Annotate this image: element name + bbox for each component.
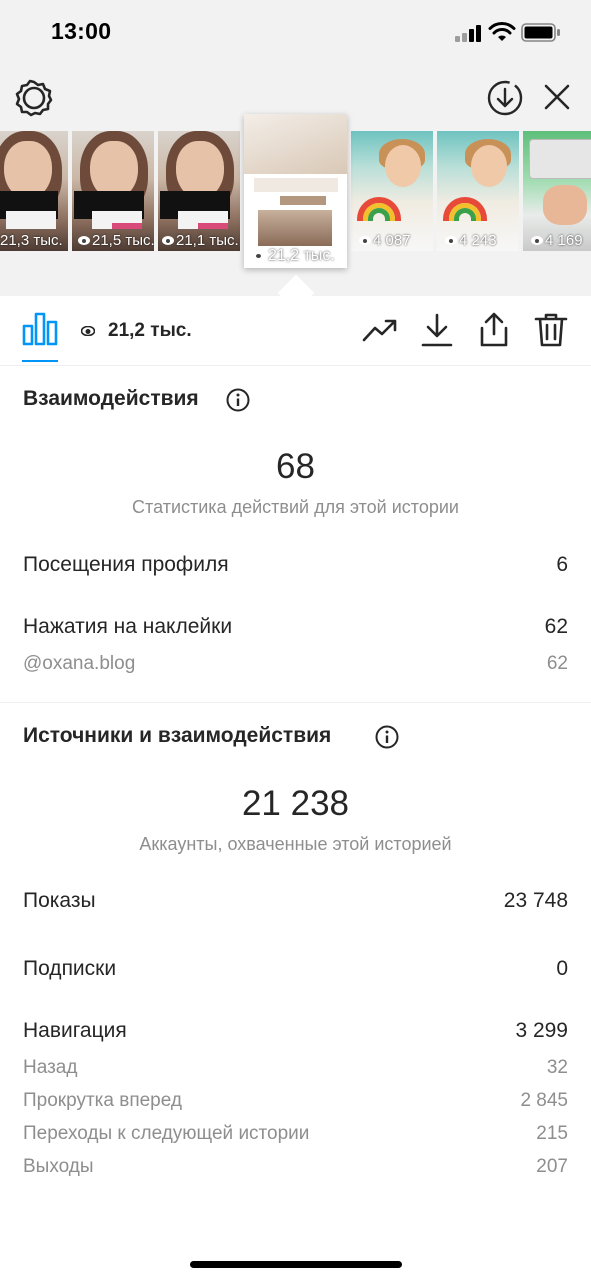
eye-icon <box>359 236 371 245</box>
stat-label: Выходы <box>23 1156 94 1177</box>
promote-trend-icon[interactable] <box>362 312 398 348</box>
story-thumbnail[interactable]: 4 087 <box>351 131 433 251</box>
reach-caption: Аккаунты, охваченные этой историей <box>139 834 452 854</box>
home-indicator[interactable] <box>190 1261 402 1268</box>
stat-value: 23 748 <box>503 889 568 912</box>
story-viewer-header: 13:00 21,3 тыс. 21,5 тыс. 21,1 тыс. 4 08… <box>0 0 591 296</box>
stat-label: Показы <box>23 889 96 912</box>
interactions-caption: Статистика действий для этой истории <box>132 497 459 517</box>
stat-label: Навигация <box>23 1019 127 1042</box>
insights-toolbar: 21,2 тыс. <box>0 296 591 366</box>
eye-icon <box>81 326 95 336</box>
cellular-signal-icon <box>455 24 483 42</box>
story-thumbnail[interactable]: 4 243 <box>437 131 519 251</box>
eye-icon <box>531 236 543 245</box>
eye-icon <box>78 236 90 245</box>
close-icon[interactable] <box>541 81 573 113</box>
story-views: 4 243 <box>459 232 497 249</box>
stat-value: 0 <box>556 957 568 980</box>
stat-label: Посещения профиля <box>23 553 229 576</box>
insights-chart-icon[interactable] <box>22 312 58 346</box>
download-icon[interactable] <box>419 312 455 348</box>
stat-label: Нажатия на наклейки <box>23 615 233 638</box>
eye-icon <box>162 236 174 245</box>
stat-label: Подписки <box>23 957 117 980</box>
save-story-icon[interactable] <box>486 79 524 117</box>
story-thumbnail[interactable]: 21,1 тыс. <box>158 131 240 251</box>
stat-value: 3 299 <box>515 1019 568 1042</box>
status-bar: 13:00 <box>0 0 591 64</box>
stat-value: 6 <box>556 553 568 576</box>
stat-value: 207 <box>536 1156 568 1177</box>
share-icon[interactable] <box>476 312 512 348</box>
stat-value: 215 <box>536 1123 568 1144</box>
status-time: 13:00 <box>51 18 112 44</box>
interactions-title: Взаимодействия <box>23 387 199 410</box>
wifi-icon <box>488 22 516 41</box>
active-tab-indicator <box>22 360 58 362</box>
story-thumbnail[interactable]: 21,5 тыс. <box>72 131 154 251</box>
info-icon[interactable] <box>375 725 399 749</box>
story-views: 21,3 тыс. <box>0 232 63 249</box>
stat-value: 62 <box>544 615 568 638</box>
delete-icon[interactable] <box>533 312 569 348</box>
eye-icon <box>252 251 265 261</box>
stat-label: Переходы к следующей истории <box>23 1123 310 1144</box>
stat-label: @oxana.blog <box>23 653 136 674</box>
story-views: 4 087 <box>373 232 411 249</box>
info-icon[interactable] <box>226 388 250 412</box>
reach-total: 21 238 <box>241 784 350 823</box>
discovery-title: Источники и взаимодействия <box>23 724 332 747</box>
story-thumbnail[interactable]: 21,3 тыс. <box>0 131 68 251</box>
selected-story-thumbnail[interactable]: 21,2 тыс. <box>244 114 347 268</box>
story-views: 21,1 тыс. <box>176 232 239 249</box>
stat-value: 62 <box>546 653 568 674</box>
story-view-count: 21,2 тыс. <box>108 320 192 341</box>
stat-label: Прокрутка вперед <box>23 1090 182 1111</box>
stat-label: Назад <box>23 1057 78 1078</box>
eye-icon <box>445 236 457 245</box>
story-views: 21,2 тыс. <box>268 247 335 264</box>
story-thumbnail[interactable]: 4 169 <box>523 131 591 251</box>
section-divider <box>0 702 591 703</box>
stat-value: 2 845 <box>520 1090 568 1111</box>
interactions-total: 68 <box>276 447 315 486</box>
story-views: 21,5 тыс. <box>92 232 154 249</box>
stat-value: 32 <box>546 1057 568 1078</box>
battery-icon <box>521 23 560 42</box>
settings-gear-icon[interactable] <box>15 79 53 117</box>
story-views: 4 169 <box>545 232 583 249</box>
